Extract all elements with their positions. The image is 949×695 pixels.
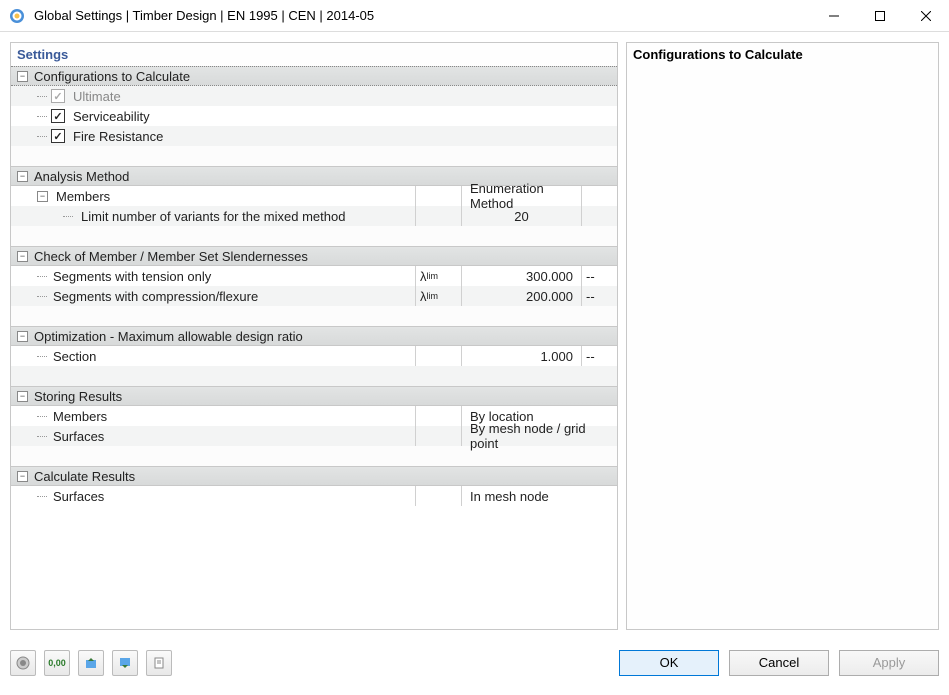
collapse-icon[interactable]: −	[17, 71, 28, 82]
slenderness-compression-row: Segments with compression/flexure λlim 2…	[11, 286, 617, 306]
dialog-footer: 0,00 OK Cancel Apply	[0, 640, 949, 685]
window-controls	[811, 0, 949, 31]
tension-label: Segments with tension only	[51, 269, 415, 284]
group-title: Calculate Results	[34, 469, 135, 484]
tension-value[interactable]: 300.000	[461, 266, 581, 286]
serviceability-checkbox[interactable]: ✓	[51, 109, 65, 123]
group-title: Analysis Method	[34, 169, 129, 184]
config-fire-row: ✓ Fire Resistance	[11, 126, 617, 146]
collapse-icon[interactable]: −	[17, 331, 28, 342]
group-title: Check of Member / Member Set Slenderness…	[34, 249, 308, 264]
export-button[interactable]	[112, 650, 138, 676]
help-button[interactable]	[10, 650, 36, 676]
section-label: Section	[51, 349, 415, 364]
serviceability-label: Serviceability	[71, 109, 617, 124]
window-title: Global Settings | Timber Design | EN 199…	[34, 8, 811, 23]
report-button[interactable]	[146, 650, 172, 676]
minimize-button[interactable]	[811, 0, 857, 31]
group-storing[interactable]: − Storing Results	[11, 386, 617, 406]
ok-button[interactable]: OK	[619, 650, 719, 676]
storing-surfaces-row: Surfaces By mesh node / grid point	[11, 426, 617, 446]
group-slenderness[interactable]: − Check of Member / Member Set Slenderne…	[11, 246, 617, 266]
fire-label: Fire Resistance	[71, 129, 617, 144]
storing-surfaces-label: Surfaces	[51, 429, 415, 444]
storing-members-label: Members	[51, 409, 415, 424]
storing-surfaces-value[interactable]: By mesh node / grid point	[461, 426, 617, 446]
lambda-lim-symbol: λlim	[415, 286, 461, 306]
calculate-surfaces-label: Surfaces	[51, 489, 415, 504]
calculate-surfaces-row: Surfaces In mesh node	[11, 486, 617, 506]
slenderness-tension-row: Segments with tension only λlim 300.000 …	[11, 266, 617, 286]
settings-panel: Settings − Configurations to Calculate ✓…	[10, 42, 618, 630]
collapse-icon[interactable]: −	[37, 191, 48, 202]
collapse-icon[interactable]: −	[17, 391, 28, 402]
lambda-lim-symbol: λlim	[415, 266, 461, 286]
group-optimization[interactable]: − Optimization - Maximum allowable desig…	[11, 326, 617, 346]
ultimate-label: Ultimate	[71, 89, 617, 104]
close-button[interactable]	[903, 0, 949, 31]
ultimate-checkbox: ✓	[51, 89, 65, 103]
maximize-button[interactable]	[857, 0, 903, 31]
details-panel: Configurations to Calculate	[626, 42, 939, 630]
limit-value[interactable]: 20	[461, 206, 581, 226]
tension-unit: --	[581, 266, 617, 286]
app-icon	[8, 7, 26, 25]
group-title: Storing Results	[34, 389, 122, 404]
section-unit: --	[581, 346, 617, 366]
calculate-surfaces-value[interactable]: In mesh node	[461, 486, 617, 506]
collapse-icon[interactable]: −	[17, 251, 28, 262]
optimization-section-row: Section 1.000 --	[11, 346, 617, 366]
apply-button[interactable]: Apply	[839, 650, 939, 676]
window-titlebar: Global Settings | Timber Design | EN 199…	[0, 0, 949, 32]
analysis-limit-row: Limit number of variants for the mixed m…	[11, 206, 617, 226]
settings-panel-header: Settings	[11, 43, 617, 66]
settings-tree: − Configurations to Calculate ✓ Ultimate…	[11, 66, 617, 629]
details-panel-header: Configurations to Calculate	[627, 43, 938, 66]
config-ultimate-row: ✓ Ultimate	[11, 86, 617, 106]
units-button[interactable]: 0,00	[44, 650, 70, 676]
members-label: Members	[48, 189, 415, 204]
limit-label: Limit number of variants for the mixed m…	[79, 209, 415, 224]
config-serviceability-row: ✓ Serviceability	[11, 106, 617, 126]
group-configurations[interactable]: − Configurations to Calculate	[11, 66, 617, 86]
group-title: Configurations to Calculate	[34, 69, 190, 84]
group-title: Optimization - Maximum allowable design …	[34, 329, 303, 344]
group-calculate[interactable]: − Calculate Results	[11, 466, 617, 486]
section-value[interactable]: 1.000	[461, 346, 581, 366]
compression-label: Segments with compression/flexure	[51, 289, 415, 304]
enumeration-header: Enumeration Method	[461, 186, 581, 206]
cancel-button[interactable]: Cancel	[729, 650, 829, 676]
collapse-icon[interactable]: −	[17, 471, 28, 482]
fire-checkbox[interactable]: ✓	[51, 129, 65, 143]
collapse-icon[interactable]: −	[17, 171, 28, 182]
import-button[interactable]	[78, 650, 104, 676]
compression-unit: --	[581, 286, 617, 306]
compression-value[interactable]: 200.000	[461, 286, 581, 306]
analysis-members-row: − Members Enumeration Method	[11, 186, 617, 206]
